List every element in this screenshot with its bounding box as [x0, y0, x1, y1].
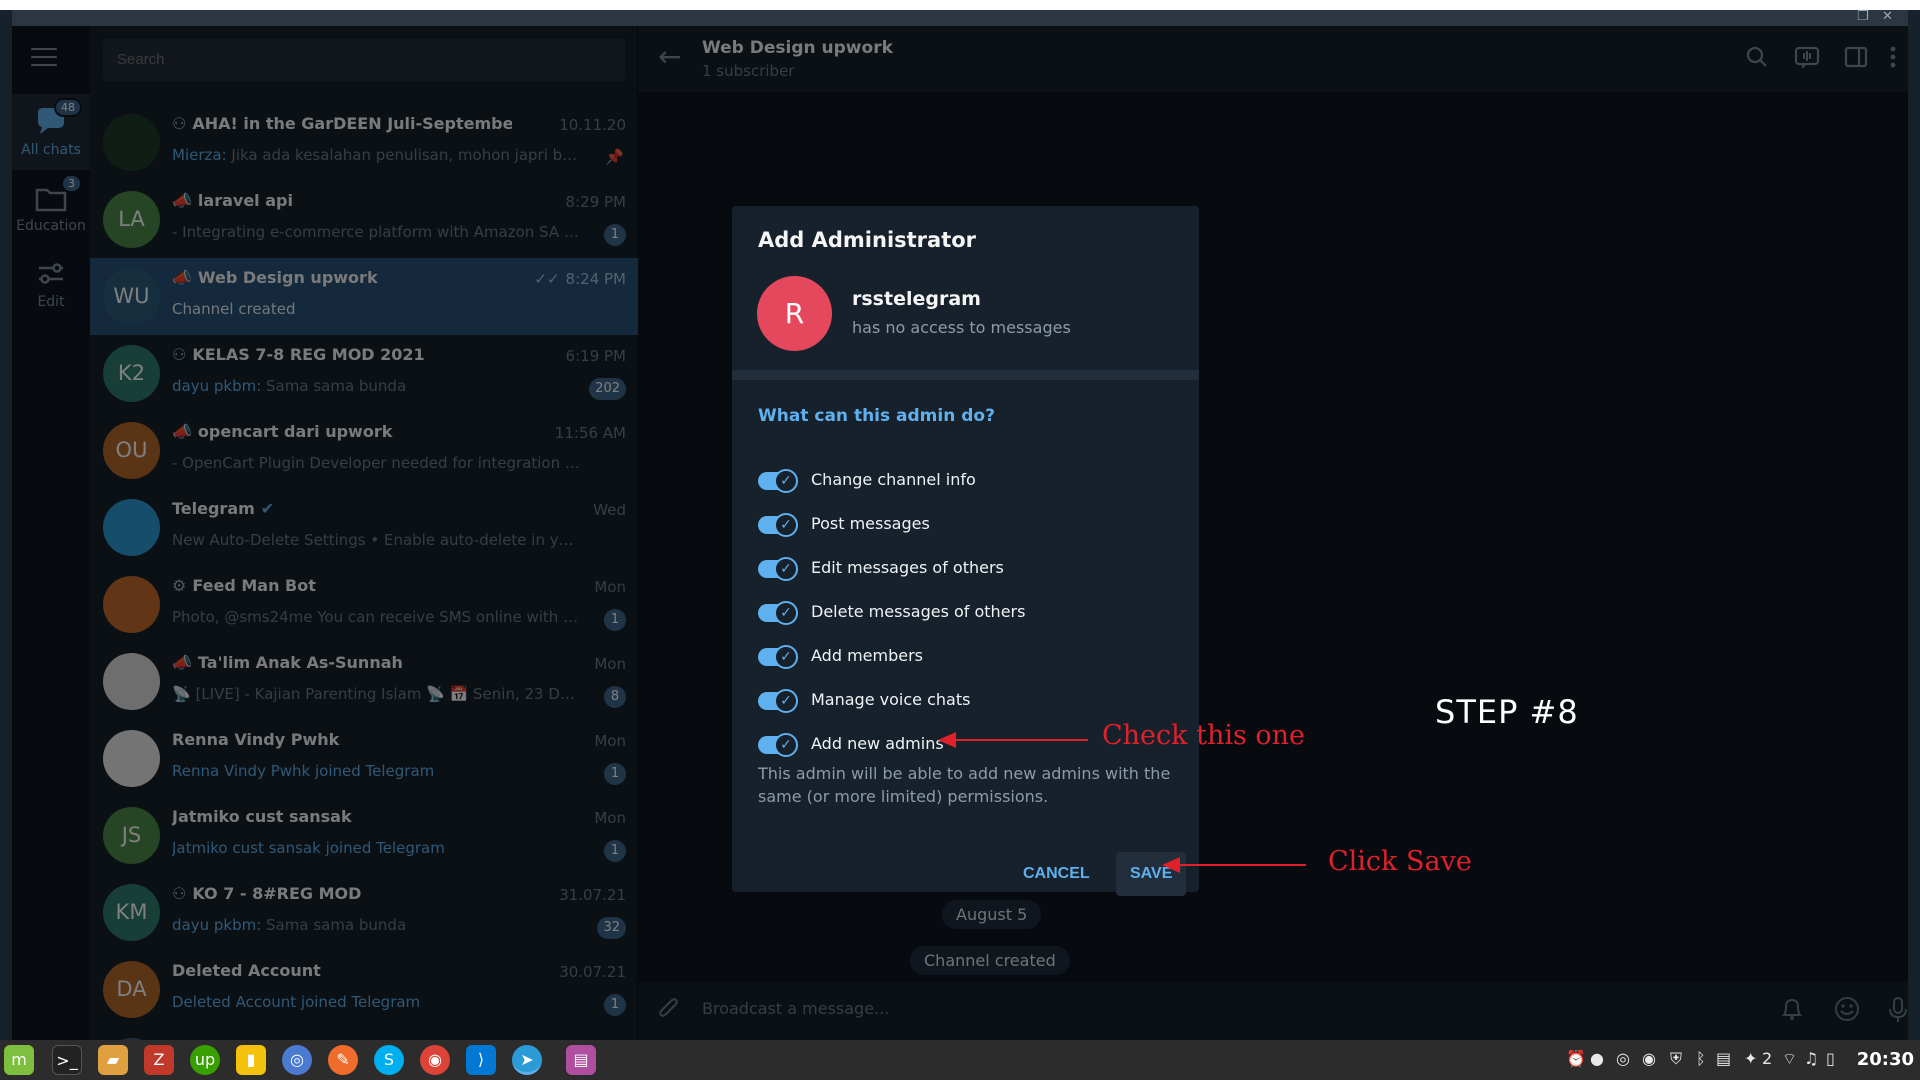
telegram-window: 48 All chats 3 Education Edit ⚇AHA! in t…: [12, 26, 1908, 1040]
dialog-title: Add Administrator: [758, 228, 977, 252]
permission-row[interactable]: ✓ Manage voice chats: [758, 686, 1178, 716]
skype-icon[interactable]: S: [374, 1045, 404, 1075]
cancel-button[interactable]: CANCEL: [1009, 852, 1104, 896]
permission-label: Add members: [811, 646, 923, 665]
permission-label: Edit messages of others: [811, 558, 1004, 577]
app-icon[interactable]: ✎: [328, 1045, 358, 1075]
files-icon[interactable]: ▰: [98, 1045, 128, 1075]
permission-toggle[interactable]: ✓: [758, 645, 798, 669]
chrome-icon[interactable]: ◉: [420, 1045, 450, 1075]
annotation-arrow: [954, 739, 1088, 741]
permission-toggle[interactable]: ✓: [758, 469, 798, 493]
permission-toggle[interactable]: ✓: [758, 689, 798, 713]
music-icon[interactable]: ♫: [1804, 1049, 1818, 1068]
linux-mint-menu-icon[interactable]: m: [4, 1045, 34, 1075]
user-status: has no access to messages: [852, 318, 1071, 337]
permission-toggle[interactable]: ✓: [758, 733, 798, 757]
check-icon: ✓: [774, 469, 798, 493]
check-icon: ✓: [774, 689, 798, 713]
permission-row[interactable]: ✓ Add members: [758, 642, 1178, 672]
updates-count: 2: [1762, 1049, 1773, 1068]
alarm-icon[interactable]: ⏰: [1566, 1049, 1586, 1068]
permission-row[interactable]: ✓ Change channel info: [758, 466, 1178, 496]
notes-icon[interactable]: ▮: [236, 1045, 266, 1075]
permission-label: Change channel info: [811, 470, 976, 489]
filezilla-icon[interactable]: Z: [144, 1045, 174, 1075]
check-icon: ✓: [774, 513, 798, 537]
check-icon: ✓: [774, 733, 798, 757]
annotation-check-text: Check this one: [1102, 720, 1306, 751]
permission-row[interactable]: ✓ Delete messages of others: [758, 598, 1178, 628]
permission-toggle[interactable]: ✓: [758, 513, 798, 537]
divider: [732, 370, 1199, 380]
terminal-icon[interactable]: >_: [52, 1045, 82, 1075]
window-titlebar: ❐ ✕: [12, 9, 1908, 26]
user-avatar: R: [757, 276, 832, 351]
step-label: STEP #8: [1435, 693, 1579, 731]
permission-label: Add new admins: [811, 734, 944, 753]
wifi-icon[interactable]: ⌔: [1782, 1049, 1797, 1069]
bluetooth-icon[interactable]: ᛒ: [1696, 1049, 1706, 1068]
upwork-icon[interactable]: up: [190, 1045, 220, 1075]
notes-tray-icon[interactable]: ▤: [1716, 1049, 1731, 1068]
permission-label: Post messages: [811, 514, 930, 533]
check-icon: ✓: [774, 557, 798, 581]
user-name: rsstelegram: [852, 288, 981, 310]
permission-label: Delete messages of others: [811, 602, 1026, 621]
permission-toggle[interactable]: ✓: [758, 601, 798, 625]
add-administrator-dialog: Add Administrator R rsstelegram has no a…: [732, 206, 1199, 896]
check-icon: ✓: [774, 645, 798, 669]
chromium-icon[interactable]: ◎: [282, 1045, 312, 1075]
tray-app-icon[interactable]: ●: [1590, 1049, 1604, 1068]
permission-label: Manage voice chats: [811, 690, 971, 709]
restore-icon[interactable]: ❐: [1857, 9, 1869, 24]
tray-chromium-icon[interactable]: ◎: [1616, 1049, 1630, 1068]
permission-toggle[interactable]: ✓: [758, 557, 798, 581]
vscode-icon[interactable]: ⟩: [466, 1045, 496, 1075]
annotation-arrow: [1178, 864, 1306, 866]
annotation-save-text: Click Save: [1328, 846, 1472, 877]
close-icon[interactable]: ✕: [1882, 9, 1893, 24]
shield-icon[interactable]: ⛨: [1670, 1049, 1682, 1069]
taskbar: m >_ ▰ Z up ▮ ◎ ✎ S ◉ ⟩ ➤ ▤ ⏰ ● ◎ ◉ ⛨ ᛒ …: [0, 1040, 1920, 1080]
updates-icon[interactable]: ✦: [1744, 1049, 1757, 1068]
tray-chrome-icon[interactable]: ◉: [1642, 1049, 1656, 1068]
clock[interactable]: 20:30: [1857, 1049, 1914, 1070]
permissions-heading: What can this admin do?: [758, 406, 995, 426]
telegram-icon[interactable]: ➤: [512, 1045, 542, 1075]
permission-note: This admin will be able to add new admin…: [758, 764, 1171, 806]
battery-icon[interactable]: ▯: [1826, 1049, 1835, 1068]
permission-row[interactable]: ✓ Edit messages of others: [758, 554, 1178, 584]
check-icon: ✓: [774, 601, 798, 625]
media-icon[interactable]: ▤: [566, 1045, 596, 1075]
permission-row[interactable]: ✓ Post messages: [758, 510, 1178, 540]
screen-top-strip: [0, 0, 1920, 10]
